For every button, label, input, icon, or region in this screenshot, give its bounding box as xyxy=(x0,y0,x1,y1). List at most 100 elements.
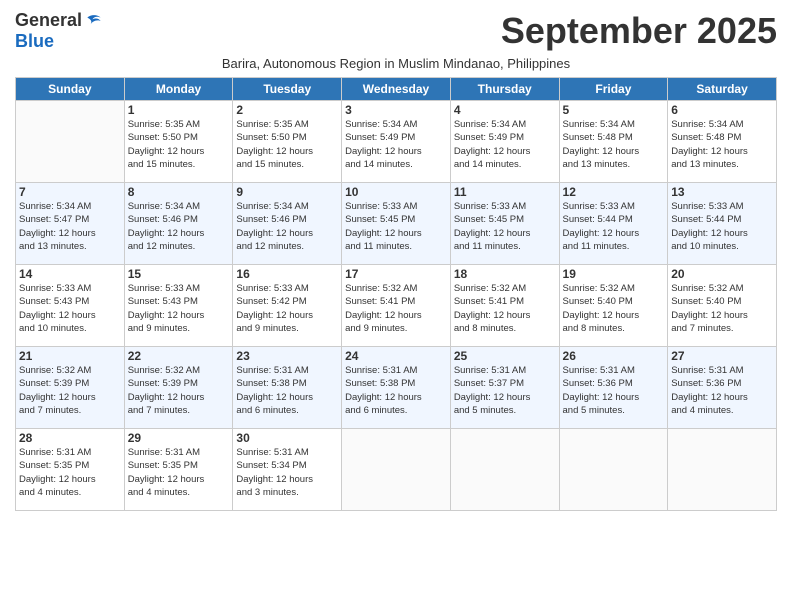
day-info-line: Sunrise: 5:34 AM xyxy=(128,201,200,212)
day-info-line: Sunset: 5:42 PM xyxy=(236,296,306,307)
day-info-line: Daylight: 12 hours xyxy=(671,228,748,239)
day-info-line: and 5 minutes. xyxy=(454,405,516,416)
day-info-line: and 13 minutes. xyxy=(671,159,739,170)
day-number: 23 xyxy=(236,349,338,363)
day-info: Sunrise: 5:31 AMSunset: 5:38 PMDaylight:… xyxy=(345,364,447,417)
logo-general-text: General xyxy=(15,10,82,31)
header-thursday: Thursday xyxy=(450,78,559,101)
day-number: 27 xyxy=(671,349,773,363)
day-info-line: Sunrise: 5:33 AM xyxy=(19,283,91,294)
day-info-line: Sunrise: 5:33 AM xyxy=(345,201,417,212)
day-info-line: Daylight: 12 hours xyxy=(236,310,313,321)
header-monday: Monday xyxy=(124,78,233,101)
day-info-line: Sunrise: 5:31 AM xyxy=(128,447,200,458)
day-info-line: Sunset: 5:41 PM xyxy=(345,296,415,307)
day-info-line: Sunset: 5:34 PM xyxy=(236,460,306,471)
day-info-line: Daylight: 12 hours xyxy=(671,310,748,321)
day-info-line: and 13 minutes. xyxy=(563,159,631,170)
calendar-week-row: 28Sunrise: 5:31 AMSunset: 5:35 PMDayligh… xyxy=(16,429,777,511)
day-info-line: Daylight: 12 hours xyxy=(345,310,422,321)
day-info-line: and 8 minutes. xyxy=(454,323,516,334)
day-info-line: Daylight: 12 hours xyxy=(345,392,422,403)
day-info-line: Sunrise: 5:33 AM xyxy=(454,201,526,212)
table-row: 2Sunrise: 5:35 AMSunset: 5:50 PMDaylight… xyxy=(233,101,342,183)
day-info-line: Sunrise: 5:31 AM xyxy=(236,365,308,376)
day-info: Sunrise: 5:34 AMSunset: 5:46 PMDaylight:… xyxy=(128,200,230,253)
day-info-line: Sunset: 5:35 PM xyxy=(19,460,89,471)
day-info-line: and 4 minutes. xyxy=(19,487,81,498)
logo-blue-text: Blue xyxy=(15,31,54,52)
day-info-line: Sunrise: 5:32 AM xyxy=(563,283,635,294)
day-number: 4 xyxy=(454,103,556,117)
day-info-line: Sunrise: 5:33 AM xyxy=(671,201,743,212)
day-info: Sunrise: 5:31 AMSunset: 5:37 PMDaylight:… xyxy=(454,364,556,417)
header-saturday: Saturday xyxy=(668,78,777,101)
day-info-line: Sunset: 5:48 PM xyxy=(563,132,633,143)
day-info-line: Daylight: 12 hours xyxy=(19,392,96,403)
day-number: 11 xyxy=(454,185,556,199)
day-info-line: Daylight: 12 hours xyxy=(128,474,205,485)
table-row: 1Sunrise: 5:35 AMSunset: 5:50 PMDaylight… xyxy=(124,101,233,183)
day-number: 9 xyxy=(236,185,338,199)
day-info-line: Daylight: 12 hours xyxy=(563,228,640,239)
day-info-line: Sunset: 5:41 PM xyxy=(454,296,524,307)
header: General Blue September 2025 xyxy=(15,10,777,52)
day-info-line: and 4 minutes. xyxy=(671,405,733,416)
day-info-line: Daylight: 12 hours xyxy=(128,392,205,403)
table-row: 9Sunrise: 5:34 AMSunset: 5:46 PMDaylight… xyxy=(233,183,342,265)
day-info-line: and 3 minutes. xyxy=(236,487,298,498)
day-info-line: and 6 minutes. xyxy=(236,405,298,416)
day-info-line: Sunrise: 5:33 AM xyxy=(563,201,635,212)
table-row: 30Sunrise: 5:31 AMSunset: 5:34 PMDayligh… xyxy=(233,429,342,511)
day-info-line: Daylight: 12 hours xyxy=(454,392,531,403)
day-number: 21 xyxy=(19,349,121,363)
day-info-line: Sunrise: 5:34 AM xyxy=(563,119,635,130)
day-info: Sunrise: 5:34 AMSunset: 5:47 PMDaylight:… xyxy=(19,200,121,253)
day-number: 20 xyxy=(671,267,773,281)
day-number: 18 xyxy=(454,267,556,281)
table-row: 28Sunrise: 5:31 AMSunset: 5:35 PMDayligh… xyxy=(16,429,125,511)
day-info: Sunrise: 5:33 AMSunset: 5:45 PMDaylight:… xyxy=(454,200,556,253)
day-number: 5 xyxy=(563,103,665,117)
day-info-line: Daylight: 12 hours xyxy=(454,146,531,157)
day-info-line: Daylight: 12 hours xyxy=(19,310,96,321)
day-info-line: Sunrise: 5:31 AM xyxy=(236,447,308,458)
day-info-line: Sunset: 5:46 PM xyxy=(128,214,198,225)
day-info: Sunrise: 5:31 AMSunset: 5:34 PMDaylight:… xyxy=(236,446,338,499)
day-info-line: Sunrise: 5:34 AM xyxy=(454,119,526,130)
day-info-line: and 10 minutes. xyxy=(671,241,739,252)
day-info-line: Sunset: 5:49 PM xyxy=(454,132,524,143)
day-info-line: Daylight: 12 hours xyxy=(19,228,96,239)
day-number: 2 xyxy=(236,103,338,117)
calendar-table: Sunday Monday Tuesday Wednesday Thursday… xyxy=(15,77,777,511)
day-info-line: Sunset: 5:39 PM xyxy=(128,378,198,389)
day-info-line: Sunset: 5:50 PM xyxy=(128,132,198,143)
day-info-line: Sunrise: 5:32 AM xyxy=(345,283,417,294)
day-info-line: Sunset: 5:49 PM xyxy=(345,132,415,143)
day-number: 28 xyxy=(19,431,121,445)
day-info-line: Sunrise: 5:31 AM xyxy=(563,365,635,376)
day-info-line: and 11 minutes. xyxy=(454,241,521,252)
day-number: 8 xyxy=(128,185,230,199)
day-info-line: and 6 minutes. xyxy=(345,405,407,416)
table-row: 14Sunrise: 5:33 AMSunset: 5:43 PMDayligh… xyxy=(16,265,125,347)
day-info-line: and 4 minutes. xyxy=(128,487,190,498)
day-info: Sunrise: 5:31 AMSunset: 5:35 PMDaylight:… xyxy=(128,446,230,499)
table-row xyxy=(342,429,451,511)
day-info-line: Sunrise: 5:32 AM xyxy=(19,365,91,376)
table-row: 11Sunrise: 5:33 AMSunset: 5:45 PMDayligh… xyxy=(450,183,559,265)
day-info-line: Sunset: 5:44 PM xyxy=(671,214,741,225)
day-info-line: Daylight: 12 hours xyxy=(671,392,748,403)
day-info: Sunrise: 5:33 AMSunset: 5:42 PMDaylight:… xyxy=(236,282,338,335)
table-row xyxy=(16,101,125,183)
table-row: 24Sunrise: 5:31 AMSunset: 5:38 PMDayligh… xyxy=(342,347,451,429)
day-number: 19 xyxy=(563,267,665,281)
table-row: 23Sunrise: 5:31 AMSunset: 5:38 PMDayligh… xyxy=(233,347,342,429)
day-info-line: Sunset: 5:44 PM xyxy=(563,214,633,225)
day-info-line: Sunset: 5:39 PM xyxy=(19,378,89,389)
day-number: 30 xyxy=(236,431,338,445)
table-row xyxy=(559,429,668,511)
day-info: Sunrise: 5:32 AMSunset: 5:40 PMDaylight:… xyxy=(671,282,773,335)
day-number: 7 xyxy=(19,185,121,199)
day-info: Sunrise: 5:35 AMSunset: 5:50 PMDaylight:… xyxy=(128,118,230,171)
